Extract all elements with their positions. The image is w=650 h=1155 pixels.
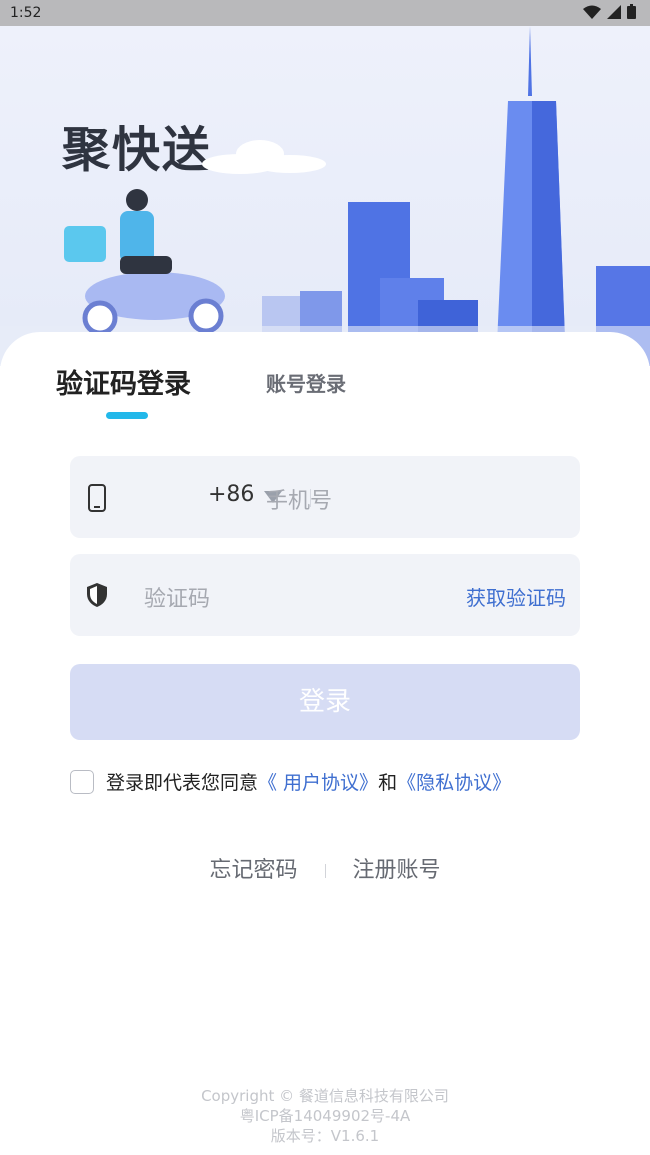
agreement-checkbox[interactable]: [70, 769, 94, 794]
user-agreement-link[interactable]: 《 用户协议》: [258, 768, 378, 795]
status-icons: [583, 4, 636, 19]
icp-text: 粤ICP备14049902号-4A: [239, 1107, 411, 1125]
phone-field[interactable]: +86 手机号: [70, 456, 580, 538]
delivery-rider-illustration: [64, 189, 225, 336]
phone-icon: [88, 484, 106, 512]
shield-icon: [87, 583, 107, 607]
register-link[interactable]: 注册账号: [353, 858, 441, 883]
wifi-icon: [583, 5, 601, 19]
agreement-prefix: 登录即代表您同意: [106, 772, 259, 794]
country-code[interactable]: +86: [208, 482, 254, 507]
agreement-row: 登录即代表您同意 《 用户协议》 和 《隐私协议》: [70, 768, 511, 795]
copyright-text: Copyright © 餐道信息科技有限公司: [201, 1087, 449, 1105]
bottom-links: 忘记密码 注册账号: [0, 852, 650, 884]
agreement-and: 和: [378, 772, 398, 794]
code-field[interactable]: 验证码 获取验证码: [70, 554, 580, 636]
login-button[interactable]: 登录: [70, 664, 580, 740]
phone-input[interactable]: 手机号: [266, 483, 332, 515]
get-code-button[interactable]: 获取验证码: [466, 582, 566, 611]
tab-account-login[interactable]: 账号登录: [266, 368, 346, 397]
tab-indicator: [106, 412, 148, 419]
status-time: 1:52: [10, 5, 42, 21]
footer: Copyright © 餐道信息科技有限公司 粤ICP备14049902号-4A…: [0, 1086, 650, 1146]
signal-icon: [607, 4, 621, 19]
battery-icon: [627, 4, 636, 19]
version-text: 版本号：V1.6.1: [270, 1127, 380, 1145]
forgot-password-link[interactable]: 忘记密码: [209, 858, 297, 883]
link-separator: [324, 864, 326, 878]
tab-sms-login[interactable]: 验证码登录: [56, 362, 191, 401]
status-bar: 1:52: [0, 0, 650, 26]
privacy-policy-link[interactable]: 《隐私协议》: [397, 768, 511, 795]
hero-banner: 聚快送: [0, 26, 650, 366]
code-input[interactable]: 验证码: [144, 581, 210, 613]
